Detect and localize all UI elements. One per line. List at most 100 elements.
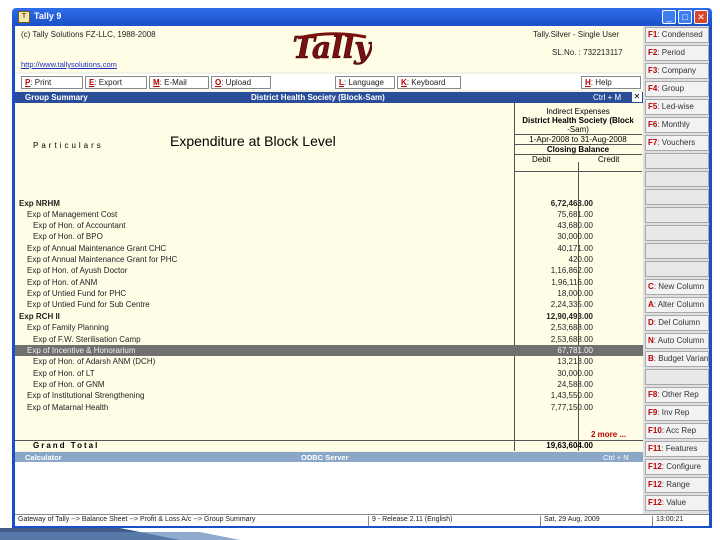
- grand-total-amount: 19,63,604.00: [546, 441, 593, 450]
- column-header: Indirect Expenses District Health Societ…: [514, 107, 642, 164]
- right-button-vouchers[interactable]: F7: Vouchers: [645, 135, 709, 151]
- row-amount: 1,96,116.00: [551, 278, 593, 287]
- table-row[interactable]: Exp NRHM 6,72,463.00: [15, 198, 643, 209]
- right-button-configure[interactable]: F12: Configure: [645, 459, 709, 475]
- table-row[interactable]: Exp of Management Cost 75,681.00: [15, 209, 643, 220]
- tally-app-icon: T: [18, 11, 30, 23]
- right-button-inv-rep[interactable]: F9: Inv Rep: [645, 405, 709, 421]
- table-row[interactable]: Exp of Hon. of Adarsh ANM (DCH) 13,213.00: [15, 356, 643, 367]
- table-row[interactable]: Exp of Matarnal Health 7,77,150.00: [15, 402, 643, 413]
- table-row[interactable]: Exp of Hon. of LT 30,000.00: [15, 368, 643, 379]
- table-row[interactable]: Exp of Hon. of BPO 30,000.00: [15, 231, 643, 242]
- right-button-empty: [645, 171, 709, 187]
- row-amount: 24,588.00: [557, 380, 593, 389]
- table-row[interactable]: Exp of Institutional Strengthening 1,43,5…: [15, 390, 643, 401]
- right-button-range[interactable]: F12: Range: [645, 477, 709, 493]
- copyright-text: (c) Tally Solutions FZ-LLC, 1988-2008: [21, 30, 156, 39]
- help-button[interactable]: H: Help: [581, 76, 641, 89]
- row-amount: 75,681.00: [557, 210, 593, 219]
- right-button-monthly[interactable]: F6: Monthly: [645, 117, 709, 133]
- grand-total-row: Grand Total 19,63,604.00: [15, 440, 643, 451]
- row-amount: 6,72,463.00: [550, 199, 593, 208]
- table-row[interactable]: Exp of Annual Maintenance Grant for PHC 4…: [15, 254, 643, 265]
- particulars-header: Particulars: [33, 141, 104, 150]
- table-row[interactable]: Exp of Incentive & Honorarium 67,781.00: [15, 345, 643, 356]
- right-button-condensed[interactable]: F1: Condensed: [645, 27, 709, 43]
- status-date: Sat, 29 Aug, 2009: [540, 516, 650, 526]
- right-button-value[interactable]: F12: Value: [645, 495, 709, 511]
- col-header-line1: Indirect Expenses: [546, 107, 610, 116]
- table-row[interactable]: Exp RCH II 12,90,493.00: [15, 311, 643, 322]
- col-header-period: 1-Apr-2008 to 31-Aug-2008: [514, 134, 642, 144]
- export-button[interactable]: E: Export: [85, 76, 147, 89]
- right-button-budget-variance[interactable]: B: Budget Variance: [645, 351, 709, 367]
- row-amount: 2,24,335.00: [550, 300, 593, 309]
- right-button-empty: [645, 261, 709, 277]
- table-row[interactable]: Exp of Hon. of Ayush Doctor 1,16,862.00: [15, 265, 643, 276]
- window-titlebar[interactable]: T Tally 9 _ □ ✕: [12, 8, 712, 26]
- table-row[interactable]: Exp of Untied Fund for Sub Centre 2,24,33…: [15, 299, 643, 310]
- right-button-led-wise[interactable]: F5: Led-wise: [645, 99, 709, 115]
- row-amount: 30,000.00: [557, 232, 593, 241]
- col-header-line2: District Health Society (Block: [522, 116, 634, 125]
- right-button-alter-column[interactable]: A: Alter Column: [645, 297, 709, 313]
- right-button-auto-column[interactable]: N: Auto Column: [645, 333, 709, 349]
- right-button-del-column[interactable]: D: Del Column: [645, 315, 709, 331]
- right-button-new-column[interactable]: C: New Column: [645, 279, 709, 295]
- table-row[interactable]: Exp of F.W. Sterilisation Camp 2,53,688.0…: [15, 334, 643, 345]
- keyboard-button[interactable]: K: Keyboard: [397, 76, 461, 89]
- row-label: Exp of Hon. of GNM: [33, 380, 105, 389]
- table-row[interactable]: Exp of Untied Fund for PHC 18,000.00: [15, 288, 643, 299]
- right-button-other-rep[interactable]: F8: Other Rep: [645, 387, 709, 403]
- row-label: Exp NRHM: [19, 199, 60, 208]
- row-label: Exp of Family Planning: [27, 323, 109, 332]
- row-amount: 2,53,688.00: [550, 323, 593, 332]
- row-amount: 7,77,150.00: [550, 403, 593, 412]
- maximize-button[interactable]: □: [678, 10, 692, 24]
- status-time: 13:00:21: [652, 516, 708, 526]
- more-row[interactable]: 2 more ...: [15, 430, 643, 440]
- right-button-empty: [645, 189, 709, 205]
- tally-logo: Tally: [292, 31, 372, 67]
- website-link[interactable]: http://www.tallysolutions.com: [21, 60, 117, 69]
- row-label: Exp of Hon. of Accountant: [33, 221, 126, 230]
- email-button[interactable]: M: E-Mail: [149, 76, 209, 89]
- language-button[interactable]: L: Language: [335, 76, 395, 89]
- table-row[interactable]: Exp of Annual Maintenance Grant CHC 40,17…: [15, 243, 643, 254]
- print-button[interactable]: P: Print: [21, 76, 83, 89]
- row-label: Exp of Institutional Strengthening: [27, 391, 145, 400]
- right-button-empty: [645, 153, 709, 169]
- close-report-button[interactable]: ✕: [632, 92, 642, 102]
- calc-shortcut: Ctrl + N: [603, 453, 629, 462]
- row-label: Exp of Incentive & Honorarium: [27, 346, 136, 355]
- row-label: Exp of Hon. of Adarsh ANM (DCH): [33, 357, 156, 366]
- window-title: Tally 9: [34, 11, 62, 21]
- company-name: District Health Society (Block-Sam): [251, 93, 385, 102]
- row-amount: 2,53,688.00: [550, 335, 593, 344]
- table-row[interactable]: Exp of Family Planning 2,53,688.00: [15, 322, 643, 333]
- minimize-button[interactable]: _: [662, 10, 676, 24]
- odbc-label: ODBC Server: [301, 453, 349, 462]
- row-label: Exp of Hon. of LT: [33, 369, 95, 378]
- more-items-link[interactable]: 2 more ...: [591, 430, 626, 439]
- right-button-period[interactable]: F2: Period: [645, 45, 709, 61]
- table-row[interactable]: Exp of Hon. of GNM 24,588.00: [15, 379, 643, 390]
- right-button-group[interactable]: F4: Group: [645, 81, 709, 97]
- right-button-company[interactable]: F3: Company: [645, 63, 709, 79]
- row-amount: 30,000.00: [557, 369, 593, 378]
- upload-button[interactable]: O: Upload: [211, 76, 271, 89]
- right-button-acc-rep[interactable]: F10: Acc Rep: [645, 423, 709, 439]
- row-amount: 420.00: [568, 255, 593, 264]
- close-window-button[interactable]: ✕: [694, 10, 708, 24]
- table-row[interactable]: Exp of Hon. of Accountant 43,680.00: [15, 220, 643, 231]
- calculator-band[interactable]: Calculator ODBC Server Ctrl + N: [15, 452, 643, 462]
- row-amount: 43,680.00: [557, 221, 593, 230]
- row-label: Exp of Hon. of ANM: [27, 278, 98, 287]
- table-row[interactable]: Exp of Hon. of ANM 1,96,116.00: [15, 277, 643, 288]
- right-button-features[interactable]: F11: Features: [645, 441, 709, 457]
- right-button-empty: [645, 369, 709, 385]
- edition-text: Tally.Silver - Single User: [533, 30, 620, 39]
- report-shortcut: Ctrl + M: [593, 93, 622, 102]
- serial-number: SL.No. : 732213117: [552, 48, 623, 57]
- row-label: Exp of Untied Fund for Sub Centre: [27, 300, 150, 309]
